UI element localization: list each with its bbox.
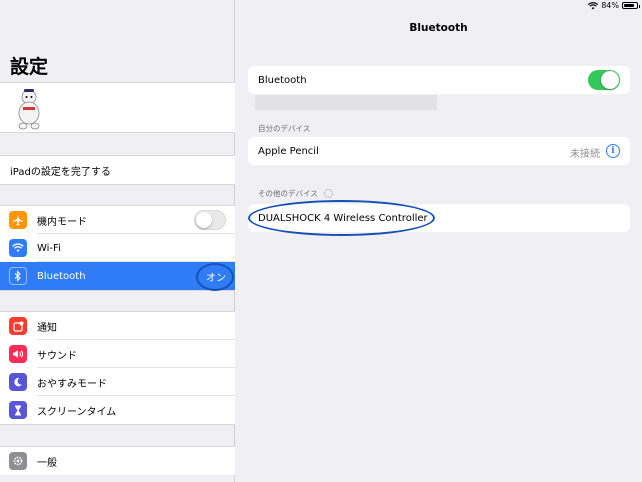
bluetooth-toggle-row: Bluetooth bbox=[248, 66, 630, 94]
battery-icon bbox=[622, 2, 640, 9]
other-devices-header-label: その他のデバイス bbox=[258, 189, 318, 198]
device-name: DUALSHOCK 4 Wireless Controller bbox=[258, 212, 428, 224]
setup-group: iPadの設定を完了する bbox=[0, 155, 235, 185]
notifications-icon bbox=[9, 317, 27, 335]
sidebar-item-screen-time[interactable]: スクリーンタイム bbox=[0, 396, 235, 424]
sidebar-item-label: 通知 bbox=[37, 322, 57, 334]
bluetooth-toggle[interactable] bbox=[588, 70, 620, 90]
sidebar-item-label: おやすみモード bbox=[37, 378, 107, 390]
finish-setup-row[interactable]: iPadの設定を完了する bbox=[0, 156, 235, 184]
sidebar-item-label: 一般 bbox=[37, 457, 57, 469]
device-row-dualshock-4[interactable]: DUALSHOCK 4 Wireless Controller bbox=[248, 204, 630, 232]
sidebar-title: 設定 bbox=[10, 56, 49, 78]
sidebar-item-wifi[interactable]: Wi-Fi bbox=[0, 234, 235, 262]
airplane-mode-toggle[interactable] bbox=[194, 210, 226, 230]
avatar bbox=[18, 89, 40, 130]
airplane-icon bbox=[9, 211, 27, 229]
my-devices-header: 自分のデバイス bbox=[258, 123, 310, 134]
sidebar-item-bluetooth[interactable]: Bluetooth オン bbox=[0, 262, 235, 290]
general-group: 一般 bbox=[0, 446, 235, 475]
sidebar-item-airplane-mode[interactable]: 機内モード bbox=[0, 206, 235, 234]
sidebar-item-do-not-disturb[interactable]: おやすみモード bbox=[0, 368, 235, 396]
device-row-apple-pencil[interactable]: Apple Pencil 未接続 i bbox=[248, 137, 630, 165]
loading-spinner-icon bbox=[323, 189, 333, 198]
hourglass-icon bbox=[9, 401, 27, 419]
wifi-status-icon bbox=[588, 1, 599, 9]
redacted-device-name bbox=[255, 95, 437, 110]
my-devices-header-label: 自分のデバイス bbox=[258, 124, 311, 133]
apple-id-profile[interactable] bbox=[0, 82, 235, 133]
other-devices-header: その他のデバイス bbox=[258, 188, 333, 199]
sidebar-item-general[interactable]: 一般 bbox=[0, 447, 235, 475]
status-indicators: 84% bbox=[588, 1, 640, 10]
finish-setup-label: iPadの設定を完了する bbox=[10, 166, 111, 178]
sidebar-item-label: Wi-Fi bbox=[37, 242, 61, 254]
bluetooth-status-value: オン bbox=[206, 273, 226, 284]
my-devices-card: Apple Pencil 未接続 i bbox=[248, 137, 630, 165]
settings-sidebar: 設定 iPadの設定を完了する 機内モード Wi-Fi Bluetooth オン… bbox=[0, 0, 235, 482]
battery-percent: 84% bbox=[601, 1, 619, 10]
bluetooth-toggle-card: Bluetooth bbox=[248, 66, 630, 94]
other-devices-card: DUALSHOCK 4 Wireless Controller bbox=[248, 204, 630, 232]
bluetooth-toggle-label: Bluetooth bbox=[258, 74, 307, 86]
notifications-group: 通知 サウンド おやすみモード スクリーンタイム bbox=[0, 311, 235, 425]
device-status: 未接続 bbox=[570, 149, 600, 160]
sidebar-item-sounds[interactable]: サウンド bbox=[0, 340, 235, 368]
wifi-icon bbox=[9, 239, 27, 257]
page-title: Bluetooth bbox=[409, 22, 468, 34]
gear-icon bbox=[9, 452, 27, 470]
sound-icon bbox=[9, 345, 27, 363]
sidebar-item-notifications[interactable]: 通知 bbox=[0, 312, 235, 340]
bluetooth-icon bbox=[9, 267, 27, 285]
info-icon[interactable]: i bbox=[606, 144, 620, 158]
sidebar-item-label: サウンド bbox=[37, 350, 77, 362]
moon-icon bbox=[9, 373, 27, 391]
sidebar-item-label: スクリーンタイム bbox=[37, 406, 117, 418]
connectivity-group: 機内モード Wi-Fi Bluetooth オン bbox=[0, 205, 235, 291]
